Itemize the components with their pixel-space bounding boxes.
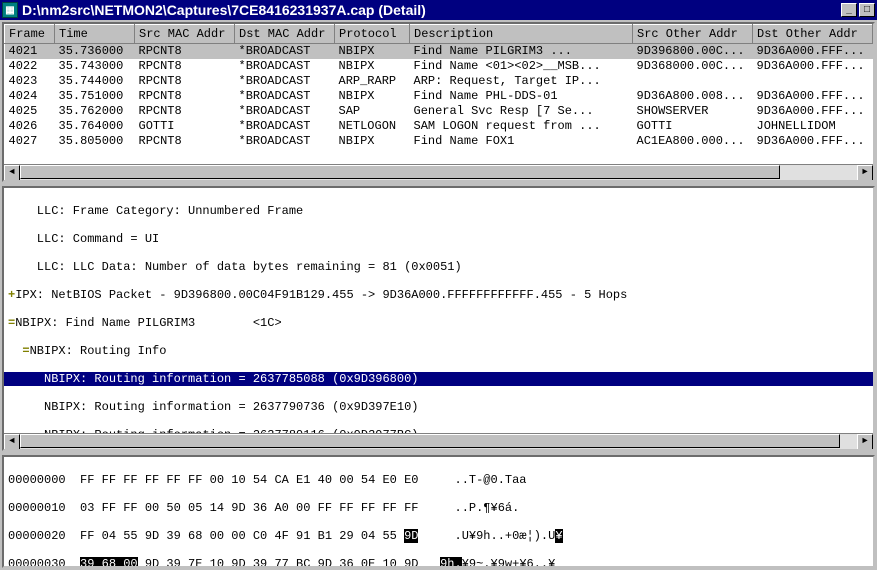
detail-line[interactable]: LLC: LLC Data: Number of data bytes rema… <box>4 260 873 274</box>
col-description[interactable]: Description <box>410 25 633 44</box>
frame-table[interactable]: Frame Time Src MAC Addr Dst MAC Addr Pro… <box>4 24 873 149</box>
detail-pane: LLC: Frame Category: Unnumbered Frame LL… <box>2 186 875 451</box>
col-srcother[interactable]: Src Other Addr <box>633 25 753 44</box>
scroll-left-button[interactable]: ◄ <box>4 434 20 450</box>
minimize-button[interactable]: _ <box>841 3 857 17</box>
hex-highlight: 39 68 00 <box>80 557 138 566</box>
table-header-row: Frame Time Src MAC Addr Dst MAC Addr Pro… <box>5 25 873 44</box>
window-title: D:\nm2src\NETMON2\Captures\7CE8416231937… <box>22 2 839 18</box>
detail-line[interactable]: LLC: Frame Category: Unnumbered Frame <box>4 204 873 218</box>
col-dstother[interactable]: Dst Other Addr <box>753 25 873 44</box>
detail-line[interactable]: LLC: Command = UI <box>4 232 873 246</box>
col-time[interactable]: Time <box>55 25 135 44</box>
frame-list-pane: Frame Time Src MAC Addr Dst MAC Addr Pro… <box>2 22 875 182</box>
col-srcmac[interactable]: Src MAC Addr <box>135 25 235 44</box>
scroll-left-button[interactable]: ◄ <box>4 165 20 181</box>
table-row[interactable]: 402435.751000RPCNT8*BROADCASTNBIPXFind N… <box>5 89 873 104</box>
detail-tree[interactable]: LLC: Frame Category: Unnumbered Frame LL… <box>4 188 873 433</box>
detail-line-selected[interactable]: NBIPX: Routing information = 2637785088 … <box>4 372 873 386</box>
collapse-icon[interactable]: = <box>22 344 29 358</box>
detail-line[interactable]: NBIPX: Routing information = 2637790736 … <box>4 400 873 414</box>
table-row[interactable]: 402535.762000RPCNT8*BROADCASTSAPGeneral … <box>5 104 873 119</box>
detail-line[interactable]: +IPX: NetBIOS Packet - 9D396800.00C04F91… <box>4 288 873 302</box>
hex-row[interactable]: 00000030 39 68 00 9D 39 7E 10 9D 39 77 B… <box>8 557 869 566</box>
hex-pane: 00000000 FF FF FF FF FF FF 00 10 54 CA E… <box>2 455 875 568</box>
table-row[interactable]: 402335.744000RPCNT8*BROADCASTARP_RARPARP… <box>5 74 873 89</box>
table-row[interactable]: 402135.736000RPCNT8*BROADCASTNBIPXFind N… <box>5 44 873 60</box>
table-row[interactable]: 402635.764000GOTTI*BROADCASTNETLOGONSAM … <box>5 119 873 134</box>
scroll-right-button[interactable]: ► <box>857 434 873 450</box>
table-row[interactable]: 402735.805000RPCNT8*BROADCASTNBIPXFind N… <box>5 134 873 149</box>
hex-row[interactable]: 00000000 FF FF FF FF FF FF 00 10 54 CA E… <box>8 473 869 487</box>
hex-row[interactable]: 00000020 FF 04 55 9D 39 68 00 00 C0 4F 9… <box>8 529 869 543</box>
col-protocol[interactable]: Protocol <box>335 25 410 44</box>
scroll-track[interactable] <box>20 434 857 449</box>
frame-hscrollbar[interactable]: ◄ ► <box>4 164 873 180</box>
table-row[interactable]: 402235.743000RPCNT8*BROADCASTNBIPXFind N… <box>5 59 873 74</box>
hex-row[interactable]: 00000010 03 FF FF 00 50 05 14 9D 36 A0 0… <box>8 501 869 515</box>
app-icon: ▦ <box>2 2 18 18</box>
detail-line[interactable]: =NBIPX: Find Name PILGRIM3 <1C> <box>4 316 873 330</box>
maximize-button[interactable]: □ <box>859 3 875 17</box>
scroll-thumb[interactable] <box>20 434 840 448</box>
hex-highlight: ¥ <box>555 529 562 543</box>
scroll-right-button[interactable]: ► <box>857 165 873 181</box>
window-titlebar: ▦ D:\nm2src\NETMON2\Captures\7CE84162319… <box>0 0 877 20</box>
scroll-track[interactable] <box>20 165 857 180</box>
detail-hscrollbar[interactable]: ◄ ► <box>4 433 873 449</box>
hex-highlight: 9h. <box>440 557 462 566</box>
scroll-thumb[interactable] <box>20 165 780 179</box>
col-frame[interactable]: Frame <box>5 25 55 44</box>
col-dstmac[interactable]: Dst MAC Addr <box>235 25 335 44</box>
detail-line[interactable]: =NBIPX: Routing Info <box>4 344 873 358</box>
hex-highlight: 9D <box>404 529 418 543</box>
hex-dump[interactable]: 00000000 FF FF FF FF FF FF 00 10 54 CA E… <box>4 457 873 566</box>
